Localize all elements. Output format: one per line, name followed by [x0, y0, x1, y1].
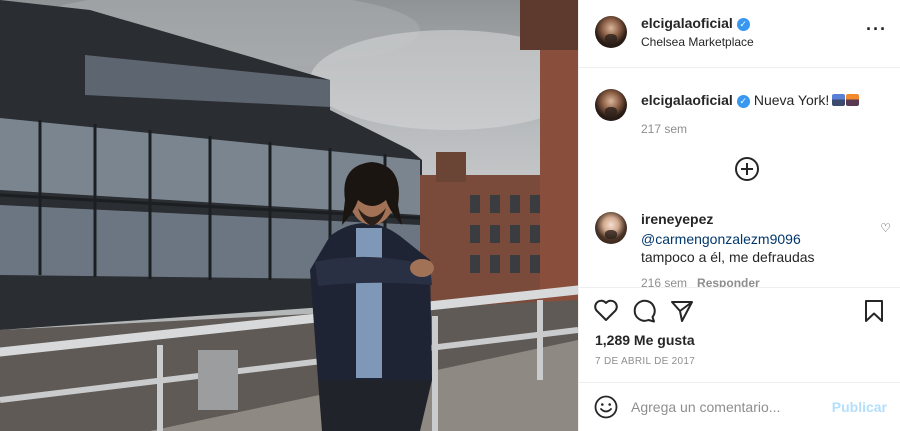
verified-badge-icon: ✓ — [736, 18, 750, 31]
comments-section[interactable]: elcigalaoficial ✓ Nueva York! 217 sem iren… — [579, 69, 900, 287]
comment-text: tampoco a él, me defraudas — [641, 249, 815, 265]
more-options-icon[interactable]: ··· — [866, 20, 887, 38]
heart-icon[interactable] — [593, 298, 619, 324]
post-location[interactable]: Chelsea Marketplace — [641, 35, 754, 49]
caption-text: Nueva York! — [753, 92, 830, 108]
share-icon[interactable] — [669, 298, 695, 324]
load-more-comments-icon[interactable] — [735, 157, 759, 181]
comment-meta: 216 sem Responder — [641, 276, 760, 287]
instagram-post: elcigalaoficial ✓ Chelsea Marketplace ···… — [0, 0, 900, 431]
publish-button[interactable]: Publicar — [832, 399, 887, 415]
comment-body: @carmengonzalezm9096 tampoco a él, me de… — [641, 230, 841, 266]
post-date[interactable]: 7 DE ABRIL DE 2017 — [595, 356, 695, 367]
commenter-username[interactable]: ireneyepez — [641, 211, 713, 227]
author-username[interactable]: elcigalaoficial — [641, 15, 733, 31]
author-avatar[interactable] — [595, 16, 627, 48]
caption-username[interactable]: elcigalaoficial — [641, 92, 733, 108]
caption-avatar[interactable] — [595, 89, 627, 121]
verified-badge-icon: ✓ — [736, 95, 750, 108]
add-comment-bar: Publicar — [579, 382, 900, 431]
caption-line: elcigalaoficial ✓ Nueva York! — [641, 92, 860, 109]
post-photo[interactable] — [0, 0, 578, 431]
likes-count[interactable]: 1,289 Me gusta — [595, 332, 695, 348]
comment-like-heart-icon[interactable]: ♡ — [880, 221, 891, 235]
rooftop-photo — [0, 0, 578, 431]
sunset-city-emoji-icon — [846, 94, 860, 106]
comment-icon[interactable] — [631, 298, 657, 324]
post-side-panel: elcigalaoficial ✓ Chelsea Marketplace ···… — [578, 0, 900, 431]
night-city-emoji-icon — [832, 94, 846, 106]
post-header: elcigalaoficial ✓ Chelsea Marketplace ··· — [579, 0, 900, 68]
comment-input[interactable] — [631, 393, 821, 421]
comment-time[interactable]: 216 sem — [641, 276, 687, 287]
smiley-icon[interactable] — [593, 394, 619, 420]
bookmark-icon[interactable] — [861, 298, 887, 324]
author-username-row: elcigalaoficial ✓ — [641, 15, 750, 31]
post-actions: 1,289 Me gusta 7 DE ABRIL DE 2017 — [579, 287, 900, 382]
comment-mention[interactable]: @carmengonzalezm9096 — [641, 231, 801, 247]
reply-button[interactable]: Responder — [697, 276, 760, 287]
caption-time[interactable]: 217 sem — [641, 122, 687, 136]
commenter-avatar[interactable] — [595, 212, 627, 244]
